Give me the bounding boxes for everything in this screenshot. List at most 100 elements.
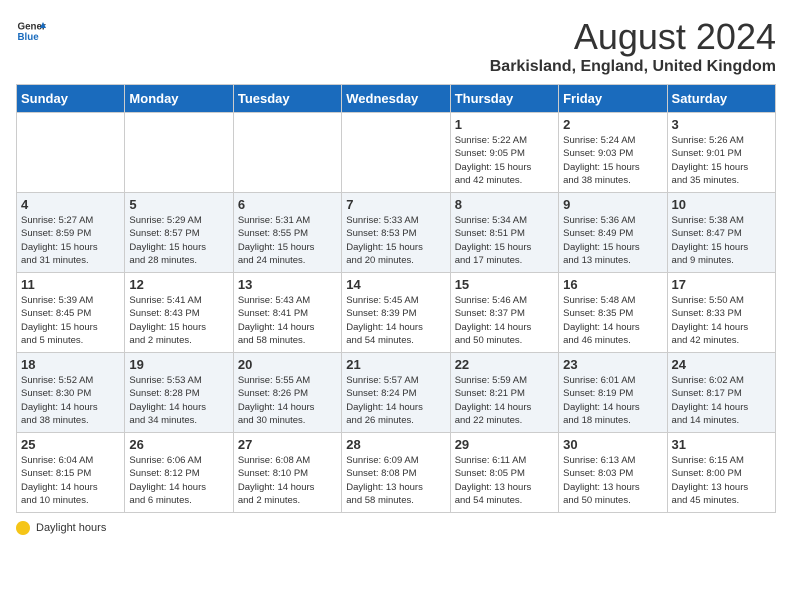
day-info: Sunrise: 5:41 AM Sunset: 8:43 PM Dayligh…: [129, 294, 228, 347]
calendar-week-row: 25Sunrise: 6:04 AM Sunset: 8:15 PM Dayli…: [17, 433, 776, 513]
logo-icon: General Blue: [16, 16, 46, 46]
day-number: 17: [672, 277, 771, 292]
day-info: Sunrise: 5:50 AM Sunset: 8:33 PM Dayligh…: [672, 294, 771, 347]
day-number: 18: [21, 357, 120, 372]
day-number: 2: [563, 117, 662, 132]
calendar-week-row: 11 Sunrise: 5:39 AM Sunset: 8:45 PM Dayli…: [17, 273, 776, 353]
day-number: 29: [455, 437, 554, 452]
day-number: 4: [21, 197, 120, 212]
main-title: August 2024: [490, 16, 776, 58]
calendar-week-row: 4 Sunrise: 5:27 AM Sunset: 8:59 PM Daylig…: [17, 193, 776, 273]
day-number: 12: [129, 277, 228, 292]
calendar-day-cell: [17, 113, 125, 193]
sun-icon: [16, 521, 30, 535]
calendar-table: SundayMondayTuesdayWednesdayThursdayFrid…: [16, 84, 776, 513]
calendar-header-cell: Wednesday: [342, 85, 450, 113]
day-info: Sunrise: 6:01 AM Sunset: 8:19 PM Dayligh…: [563, 374, 662, 427]
day-info: Sunrise: 5:48 AM Sunset: 8:35 PM Dayligh…: [563, 294, 662, 347]
calendar-day-cell: 17 Sunrise: 5:50 AM Sunset: 8:33 PM Dayli…: [667, 273, 775, 353]
day-number: 22: [455, 357, 554, 372]
day-info: Sunrise: 6:11 AM Sunset: 8:05 PM Dayligh…: [455, 454, 554, 507]
calendar-day-cell: 1 Sunrise: 5:22 AM Sunset: 9:05 PM Daylig…: [450, 113, 558, 193]
calendar-day-cell: 21Sunrise: 5:57 AM Sunset: 8:24 PM Dayli…: [342, 353, 450, 433]
calendar-header-cell: Thursday: [450, 85, 558, 113]
day-info: Sunrise: 5:43 AM Sunset: 8:41 PM Dayligh…: [238, 294, 337, 347]
day-number: 3: [672, 117, 771, 132]
calendar-header-row: SundayMondayTuesdayWednesdayThursdayFrid…: [17, 85, 776, 113]
calendar-day-cell: 25Sunrise: 6:04 AM Sunset: 8:15 PM Dayli…: [17, 433, 125, 513]
day-info: Sunrise: 6:04 AM Sunset: 8:15 PM Dayligh…: [21, 454, 120, 507]
day-info: Sunrise: 5:39 AM Sunset: 8:45 PM Dayligh…: [21, 294, 120, 347]
svg-text:Blue: Blue: [18, 32, 40, 43]
day-info: Sunrise: 5:29 AM Sunset: 8:57 PM Dayligh…: [129, 214, 228, 267]
day-info: Sunrise: 5:27 AM Sunset: 8:59 PM Dayligh…: [21, 214, 120, 267]
day-info: Sunrise: 5:53 AM Sunset: 8:28 PM Dayligh…: [129, 374, 228, 427]
day-number: 14: [346, 277, 445, 292]
day-info: Sunrise: 5:45 AM Sunset: 8:39 PM Dayligh…: [346, 294, 445, 347]
day-number: 5: [129, 197, 228, 212]
day-info: Sunrise: 5:36 AM Sunset: 8:49 PM Dayligh…: [563, 214, 662, 267]
day-number: 9: [563, 197, 662, 212]
day-info: Sunrise: 6:02 AM Sunset: 8:17 PM Dayligh…: [672, 374, 771, 427]
day-info: Sunrise: 5:57 AM Sunset: 8:24 PM Dayligh…: [346, 374, 445, 427]
day-info: Sunrise: 6:06 AM Sunset: 8:12 PM Dayligh…: [129, 454, 228, 507]
calendar-day-cell: 29 Sunrise: 6:11 AM Sunset: 8:05 PM Dayli…: [450, 433, 558, 513]
day-number: 23: [563, 357, 662, 372]
calendar-day-cell: 2 Sunrise: 5:24 AM Sunset: 9:03 PM Daylig…: [559, 113, 667, 193]
calendar-day-cell: 4 Sunrise: 5:27 AM Sunset: 8:59 PM Daylig…: [17, 193, 125, 273]
day-number: 6: [238, 197, 337, 212]
calendar-body: 1 Sunrise: 5:22 AM Sunset: 9:05 PM Daylig…: [17, 113, 776, 513]
calendar-day-cell: 22Sunrise: 5:59 AM Sunset: 8:21 PM Dayli…: [450, 353, 558, 433]
legend-label: Daylight hours: [36, 522, 106, 534]
calendar-day-cell: [233, 113, 341, 193]
calendar-day-cell: 10 Sunrise: 5:38 AM Sunset: 8:47 PM Dayli…: [667, 193, 775, 273]
calendar-day-cell: 31Sunrise: 6:15 AM Sunset: 8:00 PM Dayli…: [667, 433, 775, 513]
calendar-day-cell: 18 Sunrise: 5:52 AM Sunset: 8:30 PM Dayli…: [17, 353, 125, 433]
day-number: 7: [346, 197, 445, 212]
calendar-day-cell: 3 Sunrise: 5:26 AM Sunset: 9:01 PM Daylig…: [667, 113, 775, 193]
day-number: 1: [455, 117, 554, 132]
calendar-day-cell: 5 Sunrise: 5:29 AM Sunset: 8:57 PM Daylig…: [125, 193, 233, 273]
day-number: 13: [238, 277, 337, 292]
calendar-day-cell: 15Sunrise: 5:46 AM Sunset: 8:37 PM Dayli…: [450, 273, 558, 353]
day-number: 19: [129, 357, 228, 372]
day-info: Sunrise: 5:26 AM Sunset: 9:01 PM Dayligh…: [672, 134, 771, 187]
calendar-day-cell: [342, 113, 450, 193]
calendar-day-cell: 6 Sunrise: 5:31 AM Sunset: 8:55 PM Daylig…: [233, 193, 341, 273]
logo: General Blue: [16, 16, 46, 46]
day-number: 8: [455, 197, 554, 212]
calendar-header-cell: Sunday: [17, 85, 125, 113]
day-number: 24: [672, 357, 771, 372]
day-info: Sunrise: 6:08 AM Sunset: 8:10 PM Dayligh…: [238, 454, 337, 507]
calendar-header-cell: Saturday: [667, 85, 775, 113]
day-number: 26: [129, 437, 228, 452]
subtitle: Barkisland, England, United Kingdom: [490, 58, 776, 76]
day-info: Sunrise: 5:31 AM Sunset: 8:55 PM Dayligh…: [238, 214, 337, 267]
calendar-day-cell: 13 Sunrise: 5:43 AM Sunset: 8:41 PM Dayli…: [233, 273, 341, 353]
calendar-day-cell: 20Sunrise: 5:55 AM Sunset: 8:26 PM Dayli…: [233, 353, 341, 433]
day-info: Sunrise: 5:34 AM Sunset: 8:51 PM Dayligh…: [455, 214, 554, 267]
calendar-day-cell: 24 Sunrise: 6:02 AM Sunset: 8:17 PM Dayli…: [667, 353, 775, 433]
day-info: Sunrise: 5:52 AM Sunset: 8:30 PM Dayligh…: [21, 374, 120, 427]
calendar-header-cell: Monday: [125, 85, 233, 113]
calendar-day-cell: [125, 113, 233, 193]
day-number: 16: [563, 277, 662, 292]
calendar-header-cell: Friday: [559, 85, 667, 113]
calendar-day-cell: 14 Sunrise: 5:45 AM Sunset: 8:39 PM Dayli…: [342, 273, 450, 353]
day-info: Sunrise: 6:09 AM Sunset: 8:08 PM Dayligh…: [346, 454, 445, 507]
calendar-week-row: 1 Sunrise: 5:22 AM Sunset: 9:05 PM Daylig…: [17, 113, 776, 193]
calendar-day-cell: 28 Sunrise: 6:09 AM Sunset: 8:08 PM Dayli…: [342, 433, 450, 513]
day-number: 11: [21, 277, 120, 292]
day-info: Sunrise: 5:24 AM Sunset: 9:03 PM Dayligh…: [563, 134, 662, 187]
day-info: Sunrise: 5:33 AM Sunset: 8:53 PM Dayligh…: [346, 214, 445, 267]
header: General Blue August 2024 Barkisland, Eng…: [16, 16, 776, 76]
calendar-day-cell: 9 Sunrise: 5:36 AM Sunset: 8:49 PM Daylig…: [559, 193, 667, 273]
day-info: Sunrise: 5:38 AM Sunset: 8:47 PM Dayligh…: [672, 214, 771, 267]
day-number: 28: [346, 437, 445, 452]
day-number: 10: [672, 197, 771, 212]
legend: Daylight hours: [16, 521, 776, 535]
day-info: Sunrise: 5:46 AM Sunset: 8:37 PM Dayligh…: [455, 294, 554, 347]
day-info: Sunrise: 5:22 AM Sunset: 9:05 PM Dayligh…: [455, 134, 554, 187]
calendar-day-cell: 26 Sunrise: 6:06 AM Sunset: 8:12 PM Dayli…: [125, 433, 233, 513]
calendar-week-row: 18 Sunrise: 5:52 AM Sunset: 8:30 PM Dayli…: [17, 353, 776, 433]
